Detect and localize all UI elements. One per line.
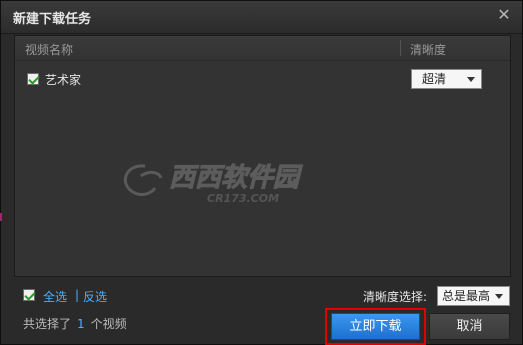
row-quality-select[interactable]: 超清 [411, 69, 482, 89]
selection-count: 共选择了 1 个视频 [23, 315, 127, 332]
chevron-down-icon [467, 77, 475, 82]
quality-choice-label: 清晰度选择: [363, 290, 428, 304]
selection-bar: 全选 | 反选 清晰度选择: 总是最高 [23, 286, 513, 306]
cancel-button[interactable]: 取消 [429, 313, 510, 340]
watermark-domain: CR173.COM [207, 192, 279, 205]
download-now-button[interactable]: 立即下载 [331, 313, 420, 340]
invert-selection-link[interactable]: 反选 [83, 288, 107, 305]
new-download-dialog: 新建下载任务 ✕ 视频名称 清晰度 艺术家 超清 西西软件园 CR173.COM [0, 0, 523, 345]
select-all-checkbox[interactable] [23, 289, 35, 301]
select-all-link[interactable]: 全选 [43, 288, 67, 305]
global-quality-select[interactable]: 总是最高 [437, 286, 510, 306]
column-divider [400, 40, 401, 56]
row-quality-value: 超清 [422, 72, 447, 86]
edge-marker [0, 213, 2, 221]
watermark-brand: 西西软件园 [169, 163, 303, 193]
selection-count-value: 1 [77, 317, 85, 331]
selection-count-prefix: 共选择了 [23, 317, 72, 331]
global-quality-value: 总是最高 [442, 289, 491, 303]
chevron-down-icon [495, 294, 503, 299]
column-header-video-name: 视频名称 [25, 43, 74, 57]
title-bar: 新建下载任务 ✕ [1, 1, 522, 34]
selection-count-suffix: 个视频 [90, 317, 127, 331]
table-header: 视频名称 清晰度 [15, 36, 510, 61]
watermark-logo: 西西软件园 CR173.COM [123, 163, 304, 205]
video-list-panel: 视频名称 清晰度 艺术家 超清 西西软件园 CR173.COM [14, 35, 511, 277]
table-row: 艺术家 超清 [15, 67, 510, 91]
dialog-title: 新建下载任务 [13, 12, 92, 27]
row-checkbox[interactable] [27, 73, 39, 85]
link-separator: | [75, 288, 80, 302]
video-name: 艺术家 [45, 73, 82, 87]
column-header-quality: 清晰度 [410, 43, 447, 57]
download-button-highlight: 立即下载 [325, 308, 426, 345]
close-icon[interactable]: ✕ [496, 7, 512, 23]
